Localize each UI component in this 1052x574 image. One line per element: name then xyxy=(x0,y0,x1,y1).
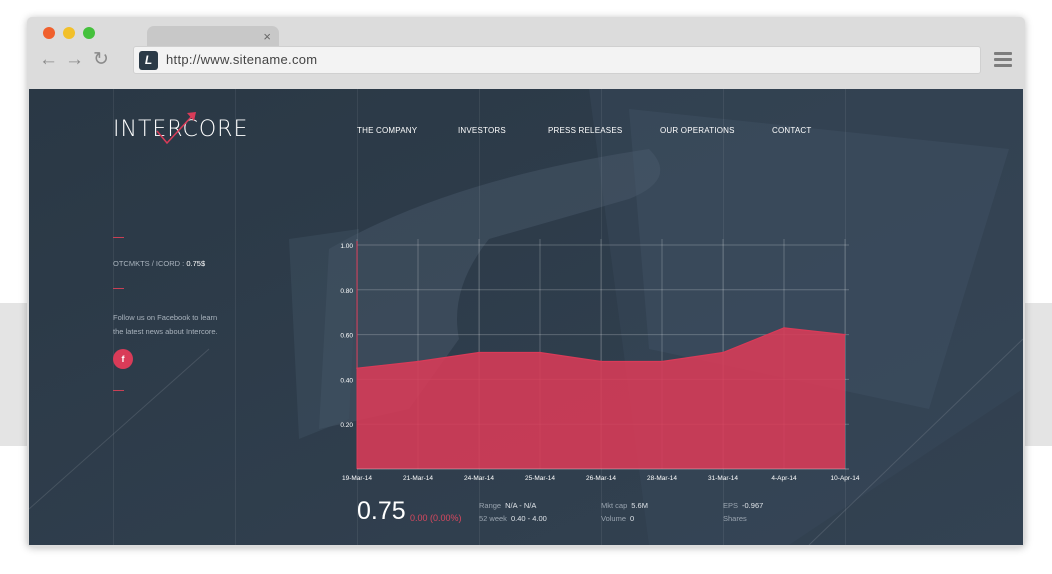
back-arrow-icon[interactable]: ← xyxy=(39,49,58,71)
x-tick-label: 25-Mar-14 xyxy=(525,475,555,482)
close-tab-icon[interactable]: × xyxy=(263,29,271,44)
volume-label: Volume xyxy=(601,514,627,523)
price-point xyxy=(844,333,846,336)
mktcap-stat: Mkt cap 5.6M xyxy=(601,501,648,510)
minimize-window-dot[interactable] xyxy=(63,27,75,39)
x-tick-label: 31-Mar-14 xyxy=(708,475,738,482)
price-point xyxy=(600,360,602,363)
range-label: Range xyxy=(479,501,502,510)
y-tick-label: 0.40 xyxy=(340,377,353,384)
close-window-dot[interactable] xyxy=(43,27,55,39)
web-page: INTERCORE THE COMPANY INVESTORS PRESS RE… xyxy=(29,89,1023,545)
maximize-window-dot[interactable] xyxy=(83,27,95,39)
eps-stat: EPS -0.967 xyxy=(723,501,763,510)
week52-label: 52 week xyxy=(479,514,507,523)
x-tick-label: 10-Apr-14 xyxy=(831,475,860,482)
eps-label: EPS xyxy=(723,501,739,510)
x-tick-label: 19-Mar-14 xyxy=(342,475,372,482)
price-point xyxy=(661,360,663,363)
site-favicon-icon: L xyxy=(139,51,158,70)
price-point xyxy=(417,360,419,363)
y-tick-label: 1.00 xyxy=(340,243,353,250)
hamburger-menu-icon[interactable] xyxy=(994,52,1012,68)
shares-label: Shares xyxy=(723,514,747,523)
browser-window: × ← → ↻ L http://www.sitename.com INTERC… xyxy=(27,17,1025,547)
mktcap-value: 5.6M xyxy=(631,501,648,510)
x-tick-label: 26-Mar-14 xyxy=(586,475,616,482)
x-tick-label: 28-Mar-14 xyxy=(647,475,677,482)
range-stat: Range N/A - N/A xyxy=(479,501,536,510)
price-point xyxy=(539,351,541,354)
stock-area-chart: 0.20 0.40 0.60 0.80 1.00 19-Mar-14 21-Mar-14 24… xyxy=(340,239,860,482)
y-tick-label: 0.20 xyxy=(340,422,353,429)
x-tick-label: 24-Mar-14 xyxy=(464,475,494,482)
address-bar[interactable]: L http://www.sitename.com xyxy=(133,46,981,74)
price-change: 0.00 (0.00%) xyxy=(410,513,462,523)
mktcap-label: Mkt cap xyxy=(601,501,628,510)
price-point xyxy=(722,351,724,354)
url-text[interactable]: http://www.sitename.com xyxy=(166,52,317,67)
price-point xyxy=(478,351,480,354)
week52-value: 0.40 - 4.00 xyxy=(510,514,547,523)
reload-icon[interactable]: ↻ xyxy=(93,49,109,71)
y-tick-label: 0.80 xyxy=(340,288,353,295)
volume-stat: Volume 0 xyxy=(601,514,634,523)
x-tick-label: 21-Mar-14 xyxy=(403,475,433,482)
y-tick-label: 0.60 xyxy=(340,333,353,340)
range-value: N/A - N/A xyxy=(505,501,537,510)
price-point xyxy=(783,327,785,329)
x-tick-label: 4-Apr-14 xyxy=(771,475,797,482)
volume-value: 0 xyxy=(630,514,635,523)
forward-arrow-icon[interactable]: → xyxy=(65,49,84,71)
eps-value: -0.967 xyxy=(742,501,764,510)
week52-stat: 52 week 0.40 - 4.00 xyxy=(479,514,547,523)
shares-stat: Shares xyxy=(723,514,747,523)
current-price: 0.75 xyxy=(357,497,406,525)
